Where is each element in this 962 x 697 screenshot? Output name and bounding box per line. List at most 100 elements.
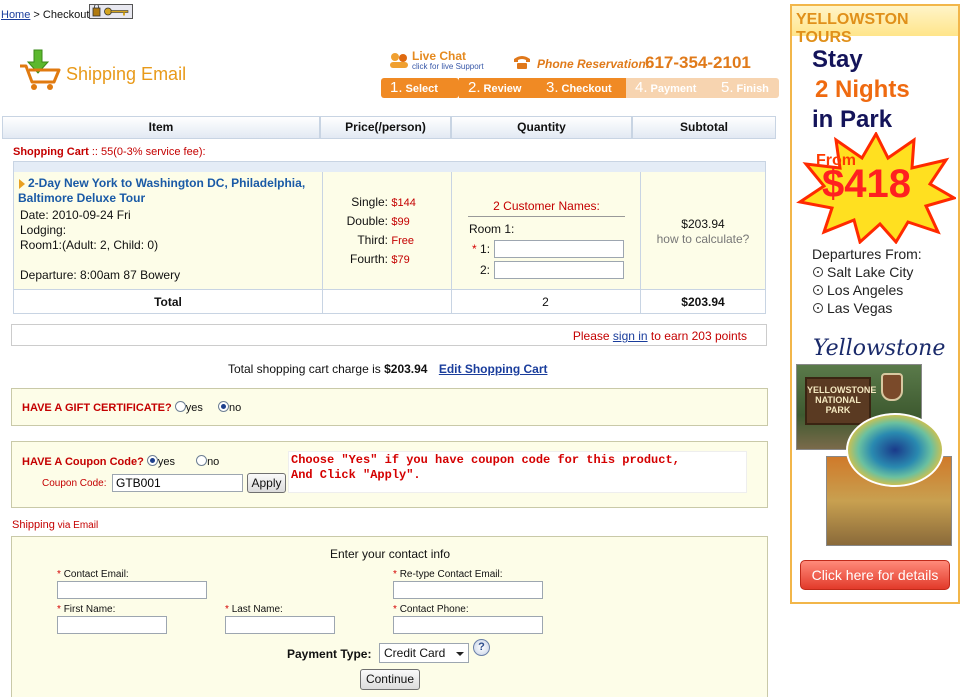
price-third-value: Free — [391, 235, 414, 247]
points-rest: to earn 203 points — [647, 329, 747, 343]
ad-departures-label: Departures From: — [812, 246, 922, 262]
continue-button[interactable]: Continue — [360, 669, 420, 690]
payment-type-label: Payment Type: — [287, 647, 372, 661]
header-subtotal: Subtotal — [632, 116, 776, 139]
step-review: 2. Review — [459, 78, 537, 98]
departure-city-2-text: Los Angeles — [827, 282, 904, 298]
hot-spring-icon — [846, 413, 944, 487]
retype-email-label: * Re-type Contact Email: — [393, 569, 503, 580]
contact-email-label: * Contact Email: — [57, 569, 129, 580]
live-chat-label: Live Chat — [412, 49, 467, 63]
customer-names-label: 2 Customer Names: — [493, 199, 600, 213]
gift-no-radio[interactable] — [217, 401, 229, 412]
points-please: Please — [572, 329, 613, 343]
ad-in-park: in Park — [812, 106, 893, 133]
total-charge-text: Total shopping cart charge is — [228, 362, 385, 376]
live-chat-link[interactable]: Live Chat click for live Support — [412, 50, 484, 71]
location-icon — [813, 267, 823, 277]
chevron-down-icon — [456, 652, 464, 656]
step-select-label: Select — [405, 83, 438, 95]
contact-email-input[interactable] — [57, 581, 207, 599]
total-quantity: 2 — [542, 295, 549, 309]
live-chat-icon[interactable] — [389, 52, 409, 69]
tour-date: Date: 2010-09-24 Fri — [20, 208, 131, 222]
ad-stay: Stay — [812, 46, 863, 73]
contact-info-heading: Enter your contact info — [330, 547, 451, 561]
park-sign: YELLOWSTONE NATIONAL PARK — [805, 377, 877, 425]
price-double-value: $99 — [391, 216, 410, 228]
points-text: Please sign in to earn 203 points — [11, 329, 747, 343]
step-review-label: Review — [483, 83, 522, 95]
last-name-label-text: Last Name: — [231, 604, 283, 615]
step-select: 1. Select — [381, 78, 459, 98]
phone-number: 617-354-2101 — [645, 53, 751, 72]
step-checkout-label: Checkout — [561, 83, 612, 95]
shipping-via: via Email — [54, 520, 99, 531]
total-value: $203.94 — [681, 295, 725, 309]
sign-in-link[interactable]: sign in — [613, 329, 648, 343]
park-badge-icon — [881, 373, 903, 401]
payment-type-select[interactable]: Credit Card — [379, 643, 469, 663]
header-quantity: Quantity — [451, 116, 632, 139]
gift-certificate-label: HAVE A GIFT CERTIFICATE? — [22, 402, 172, 414]
coupon-code-label: Coupon Code: — [42, 478, 107, 489]
ad-brand: YELLOWSTON TOURS — [796, 11, 909, 46]
retype-email-input[interactable] — [393, 581, 543, 599]
tour-title-link[interactable]: 2-Day New York to Washington DC, Philade… — [18, 176, 308, 206]
shipping-heading: Shipping via Email — [12, 517, 98, 531]
coupon-code-input[interactable] — [112, 474, 243, 492]
gift-no-label: no — [228, 402, 242, 414]
phone-icon — [512, 54, 532, 70]
phone-reservation-label: Phone Reservation: — [537, 57, 650, 71]
help-icon[interactable]: ? — [473, 639, 490, 656]
first-name-input[interactable] — [57, 616, 167, 634]
tour-room: Room1:(Adult: 2, Child: 0) — [20, 238, 159, 252]
logo-text: Shipping Email — [66, 64, 187, 84]
location-icon — [813, 285, 823, 295]
total-charge-amount: $203.94 — [384, 362, 428, 376]
price-fourth-label: Fourth: — [349, 252, 388, 266]
shipping-title: Shipping — [12, 519, 55, 531]
click-for-details-button[interactable]: Click here for details — [800, 560, 950, 590]
coupon-hint-line1: Choose "Yes" if you have coupon code for… — [291, 453, 680, 467]
retype-email-label-text: Re-type Contact Email: — [399, 569, 503, 580]
last-name-input[interactable] — [225, 616, 335, 634]
header-item: Item — [2, 116, 320, 139]
coupon-label: HAVE A Coupon Code? — [22, 456, 144, 468]
breadcrumb-home-link[interactable]: Home — [1, 9, 30, 21]
customer-name-2-input[interactable] — [494, 261, 624, 279]
step-review-number: 2. — [468, 79, 481, 96]
step-checkout: 3. Checkout — [537, 78, 626, 98]
contact-phone-label-text: Contact Phone: — [399, 604, 469, 615]
coupon-hint-line2: And Click "Apply". — [291, 468, 421, 482]
coupon-no-radio[interactable] — [196, 455, 208, 466]
coupon-hint: Choose "Yes" if you have coupon code for… — [288, 451, 747, 493]
step-payment: 4. Payment — [626, 78, 712, 98]
departure-city-3: Las Vegas — [813, 300, 892, 316]
coupon-row: HAVE A Coupon Code? yes no — [22, 455, 219, 468]
contact-email-label-text: Contact Email: — [63, 569, 129, 580]
shopping-cart-label: Shopping Cart :: 55(0-3% service fee): — [13, 146, 206, 158]
gift-certificate-row: HAVE A GIFT CERTIFICATE? yes no — [22, 401, 241, 414]
ad-nights: 2 Nights — [815, 76, 910, 103]
contact-phone-input[interactable] — [393, 616, 543, 634]
name1-number: 1: — [480, 242, 491, 256]
live-chat-sublabel: click for live Support — [412, 62, 484, 71]
customer-name-1-input[interactable] — [494, 240, 624, 258]
header-price: Price(/person) — [320, 116, 451, 139]
first-name-label: * First Name: — [57, 604, 116, 615]
payment-type-value: Credit Card — [384, 646, 446, 660]
tour-departure: Departure: 8:00am 87 Bowery — [20, 268, 181, 282]
how-to-calculate-link[interactable]: how to calculate? — [640, 232, 766, 246]
gift-yes-radio[interactable] — [174, 401, 186, 412]
step-checkout-number: 3. — [546, 79, 559, 96]
apply-coupon-button[interactable]: Apply — [247, 473, 286, 493]
step-finish-number: 5. — [721, 79, 734, 96]
price-third-label: Third: — [357, 233, 388, 247]
edit-shopping-cart-link[interactable]: Edit Shopping Cart — [439, 362, 548, 376]
breadcrumb-separator: > — [33, 9, 40, 21]
coupon-yes-radio[interactable] — [146, 455, 158, 466]
park-sign-text: YELLOWSTONE NATIONAL PARK — [807, 385, 877, 415]
price-single-label: Single: — [351, 195, 388, 209]
price-fourth-value: $79 — [391, 254, 410, 266]
